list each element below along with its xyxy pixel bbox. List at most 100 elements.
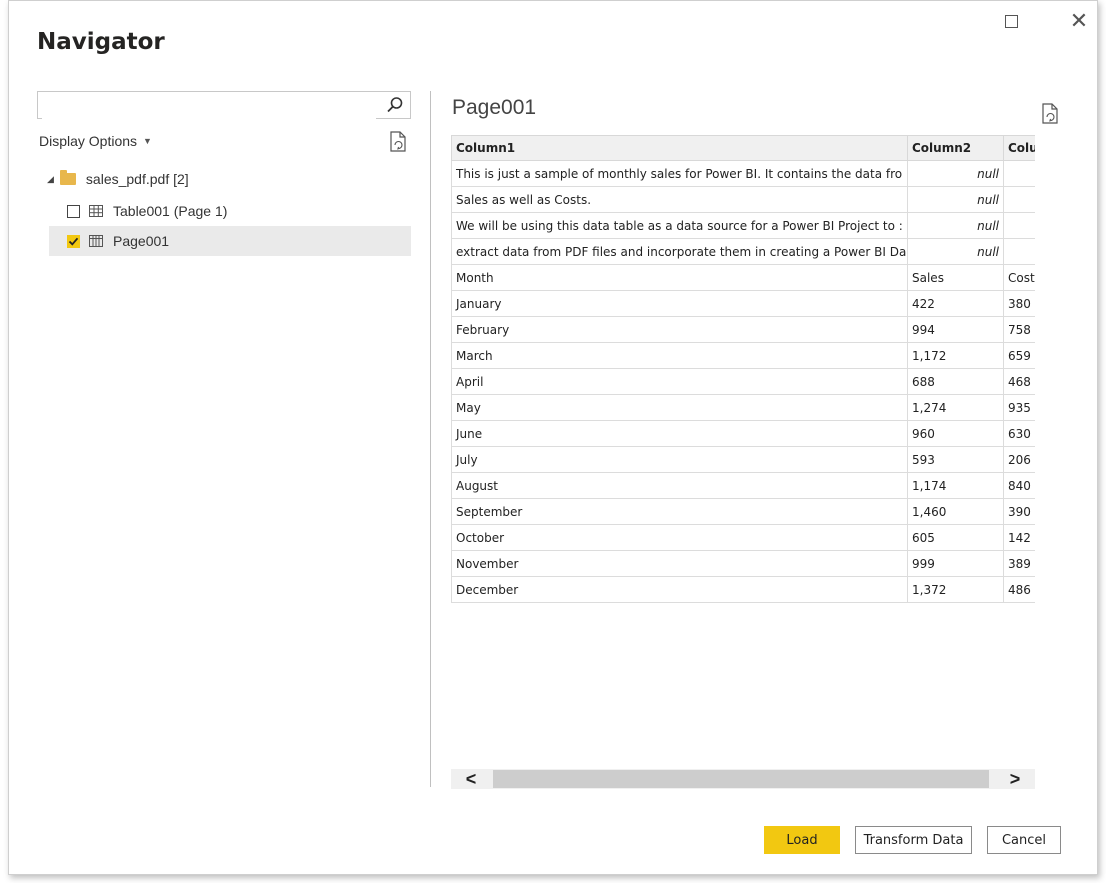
table-body: This is just a sample of monthly sales f…	[451, 160, 1035, 603]
table-cell[interactable]: 1,372	[907, 576, 1004, 603]
table-cell[interactable]: March	[451, 342, 908, 369]
table-row: June 960 630	[451, 420, 1035, 447]
table-cell[interactable]: May	[451, 394, 908, 421]
table-row: April 688 468	[451, 368, 1035, 395]
table-row: January 422 380	[451, 290, 1035, 317]
table-cell[interactable]: 390	[1003, 498, 1035, 525]
table-cell[interactable]: null	[907, 238, 1004, 265]
checkmark-icon	[68, 237, 79, 246]
column-header[interactable]: Column1	[451, 135, 908, 161]
table-cell[interactable]: January	[451, 290, 908, 317]
horizontal-scrollbar[interactable]: < >	[451, 769, 1035, 789]
table-cell[interactable]: December	[451, 576, 908, 603]
display-options-dropdown[interactable]: Display Options ▼	[39, 133, 152, 149]
table-cell[interactable]: 468	[1003, 368, 1035, 395]
table-cell[interactable]	[1003, 186, 1035, 213]
table-cell[interactable]: 688	[907, 368, 1004, 395]
table-cell[interactable]: November	[451, 550, 908, 577]
table-row: September 1,460 390	[451, 498, 1035, 525]
table-cell[interactable]: 1,274	[907, 394, 1004, 421]
table-cell[interactable]: June	[451, 420, 908, 447]
table-cell[interactable]: Sales as well as Costs.	[451, 186, 908, 213]
expand-triangle-icon[interactable]: ◢	[47, 174, 54, 185]
table-cell[interactable]: 593	[907, 446, 1004, 473]
search-box[interactable]	[37, 91, 411, 119]
table-cell[interactable]: August	[451, 472, 908, 499]
preview-grid[interactable]: Column1 Column2 Column3 This is just a s…	[451, 135, 1035, 607]
table-row: November 999 389	[451, 550, 1035, 577]
table-row: Month Sales Cost	[451, 264, 1035, 291]
preview-title: Page001	[452, 96, 537, 119]
table-cell[interactable]: null	[907, 186, 1004, 213]
table-cell[interactable]: null	[907, 212, 1004, 239]
table-cell[interactable]: 142	[1003, 524, 1035, 551]
table-cell[interactable]: 486	[1003, 576, 1035, 603]
table-cell[interactable]: 999	[907, 550, 1004, 577]
checkbox-unchecked[interactable]	[67, 204, 80, 218]
table-cell[interactable]: September	[451, 498, 908, 525]
table-cell[interactable]	[1003, 238, 1035, 265]
table-cell[interactable]	[1003, 160, 1035, 187]
close-icon[interactable]: ✕	[1065, 7, 1093, 35]
column-header[interactable]: Column2	[907, 135, 1004, 161]
search-icon[interactable]	[386, 96, 404, 119]
table-cell[interactable]: 1,172	[907, 342, 1004, 369]
table-cell[interactable]: February	[451, 316, 908, 343]
table-row: July 593 206	[451, 446, 1035, 473]
table-row: extract data from PDF files and incorpor…	[451, 238, 1035, 265]
table-cell[interactable]: Cost	[1003, 264, 1035, 291]
table-cell[interactable]: October	[451, 524, 908, 551]
table-cell[interactable]: Sales	[907, 264, 1004, 291]
table-cell[interactable]: July	[451, 446, 908, 473]
table-cell[interactable]: 994	[907, 316, 1004, 343]
scroll-right-icon[interactable]: >	[995, 769, 1035, 789]
table-row: December 1,372 486	[451, 576, 1035, 603]
table-cell[interactable]: 758	[1003, 316, 1035, 343]
tree-item-table001[interactable]: Table001 (Page 1)	[67, 196, 227, 226]
table-cell[interactable]: extract data from PDF files and incorpor…	[451, 238, 908, 265]
table-cell[interactable]: Month	[451, 264, 908, 291]
table-row: We will be using this data table as a da…	[451, 212, 1035, 239]
panel-divider[interactable]	[430, 91, 431, 787]
folder-icon	[59, 170, 76, 185]
table-cell[interactable]: This is just a sample of monthly sales f…	[451, 160, 908, 187]
table-cell[interactable]: 1,174	[907, 472, 1004, 499]
table-header-row: Column1 Column2 Column3	[451, 135, 1035, 161]
table-cell[interactable]: 380	[1003, 290, 1035, 317]
checkbox-checked[interactable]	[67, 234, 80, 248]
tree-item-label: Table001 (Page 1)	[113, 203, 228, 219]
tree-item-page001[interactable]: Page001	[49, 226, 411, 256]
table-cell[interactable]: We will be using this data table as a da…	[451, 212, 908, 239]
table-cell[interactable]: 935	[1003, 394, 1035, 421]
table-cell[interactable]: null	[907, 160, 1004, 187]
table-cell[interactable]: 659	[1003, 342, 1035, 369]
table-icon	[89, 205, 103, 217]
cancel-button[interactable]: Cancel	[987, 826, 1061, 854]
load-button[interactable]: Load	[764, 826, 840, 854]
navigator-dialog: Navigator ✕ Display Options ▼ ◢ sales_pdf…	[8, 0, 1098, 875]
table-cell[interactable]: 840	[1003, 472, 1035, 499]
scrollbar-thumb[interactable]	[493, 770, 989, 788]
preview-table: Column1 Column2 Column3 This is just a s…	[451, 135, 1035, 603]
refresh-doc-icon[interactable]	[389, 131, 409, 153]
maximize-icon[interactable]	[997, 7, 1025, 35]
table-cell[interactable]: April	[451, 368, 908, 395]
table-cell[interactable]: 389	[1003, 550, 1035, 577]
tree-root-label: sales_pdf.pdf [2]	[85, 171, 189, 187]
table-cell[interactable]: 630	[1003, 420, 1035, 447]
scroll-left-icon[interactable]: <	[451, 769, 491, 789]
table-cell[interactable]	[1003, 212, 1035, 239]
table-cell[interactable]: 1,460	[907, 498, 1004, 525]
column-header[interactable]: Column3	[1003, 135, 1035, 161]
transform-data-button[interactable]: Transform Data	[855, 826, 972, 854]
table-row: This is just a sample of monthly sales f…	[451, 160, 1035, 187]
table-cell[interactable]: 960	[907, 420, 1004, 447]
display-options-label: Display Options	[39, 133, 138, 149]
search-input[interactable]	[42, 93, 376, 119]
refresh-preview-icon[interactable]	[1041, 103, 1061, 125]
table-cell[interactable]: 422	[907, 290, 1004, 317]
tree-root-file[interactable]: ◢ sales_pdf.pdf [2]	[47, 164, 189, 194]
table-cell[interactable]: 206	[1003, 446, 1035, 473]
table-cell[interactable]: 605	[907, 524, 1004, 551]
table-row: August 1,174 840	[451, 472, 1035, 499]
